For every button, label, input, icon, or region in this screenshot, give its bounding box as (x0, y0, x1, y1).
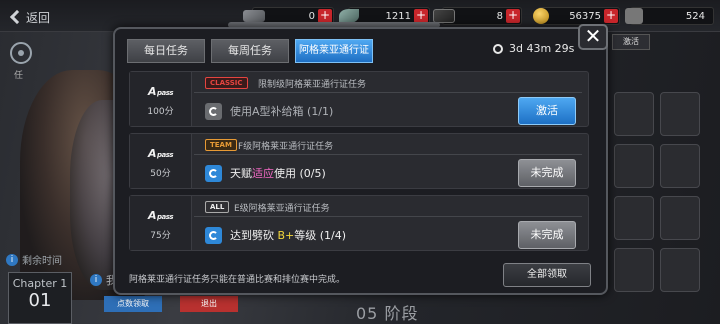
mission-title: F级阿格莱亚通行证任务 (238, 142, 334, 152)
pass-reward: Apass 75分 (130, 196, 192, 250)
close-button[interactable]: ✕ (578, 24, 608, 50)
tab-aglaea-pass[interactable]: 阿格莱亚通行证 (295, 39, 373, 63)
mission-points: 100分 (147, 107, 174, 117)
incomplete-button[interactable]: 未完成 (518, 221, 576, 249)
timer-text: 3d 43m 29s (509, 42, 575, 55)
close-icon: ✕ (584, 24, 602, 48)
chevron-left-icon (9, 9, 25, 25)
card-icon (433, 9, 455, 23)
resource-gear-value: 524 (685, 10, 705, 22)
mission-title: 限制级阿格莱亚通行证任务 (258, 80, 367, 90)
resource-coin: 56375 + (533, 7, 620, 25)
grid-cell[interactable] (660, 144, 700, 188)
mission-card: Apass 75分 ALL E级阿格莱亚通行证任务 达到劈砍 B+等级 (1/4… (129, 195, 589, 251)
gear-icon (625, 8, 643, 24)
add-coin-button[interactable]: + (604, 9, 618, 23)
coin-icon (533, 8, 549, 24)
reset-timer: 3d 43m 29s (493, 42, 574, 55)
mission-badge: TEAM (205, 139, 237, 151)
grid-cell[interactable] (614, 248, 654, 292)
mission-card: Apass 100分 CLASSIC 限制级阿格莱亚通行证任务 使用A型补给箱 … (129, 71, 589, 127)
pass-logo: Apass (147, 147, 174, 160)
grid-cell[interactable] (660, 196, 700, 240)
grid-cell[interactable] (660, 92, 700, 136)
resource-coin-value: 56375 (569, 10, 601, 22)
refresh-icon (205, 102, 222, 120)
chapter-label: Chapter 1 (12, 277, 68, 290)
divider (194, 216, 582, 217)
mission-badge: CLASSIC (205, 77, 248, 89)
pass-logo: Apass (147, 85, 174, 98)
grid-cell[interactable] (614, 196, 654, 240)
refresh-icon (205, 164, 222, 182)
stage-label: 05 阶段 (356, 304, 419, 323)
resource-feather-value: 1211 (385, 10, 411, 22)
feather-icon (339, 9, 359, 23)
add-feather-button[interactable]: + (414, 9, 428, 23)
mission-badge: ALL (205, 201, 230, 213)
mission-row: 使用A型补给箱 (1/1) (205, 99, 333, 123)
pass-reward: Apass 100分 (130, 72, 192, 126)
ticket-icon (243, 10, 265, 22)
refresh-icon (205, 226, 222, 244)
collect-all-button[interactable]: 全部领取 (503, 263, 591, 287)
mission-card: Apass 50分 TEAM F级阿格莱亚通行证任务 天赋适应使用 (0/5) … (129, 133, 589, 189)
pass-logo: Apass (147, 209, 174, 222)
mission-points: 75分 (150, 231, 171, 241)
remaining-time-strip: i 剩余时间 (6, 252, 62, 267)
divider (194, 154, 582, 155)
back-label: 返回 (26, 10, 51, 25)
clock-icon (493, 43, 503, 54)
add-card-button[interactable]: + (506, 9, 520, 23)
divider (194, 92, 582, 93)
activate-button[interactable]: 激活 (518, 97, 576, 125)
remaining-time-label: 剩余时间 (22, 256, 62, 267)
pass-missions-dialog: 每日任务 每周任务 阿格莱亚通行证 3d 43m 29s Apass 100分 … (113, 27, 608, 295)
info-icon: i (90, 274, 102, 286)
mission-row: 天赋适应使用 (0/5) (205, 161, 326, 185)
footer-note: 阿格莱亚通行证任务只能在普通比赛和排位赛中完成。 (129, 275, 346, 285)
back-button[interactable]: 返回 (8, 6, 50, 28)
mission-points: 50分 (150, 169, 171, 179)
collect-points-button[interactable]: 点数领取 (104, 296, 162, 312)
chapter-number: 01 (28, 290, 52, 311)
resource-gear: 524 (625, 7, 714, 25)
add-ticket-button[interactable]: + (318, 9, 332, 23)
grid-cell[interactable] (660, 248, 700, 292)
tab-daily[interactable]: 每日任务 (127, 39, 205, 63)
incomplete-button[interactable]: 未完成 (518, 159, 576, 187)
chapter-card[interactable]: Chapter 1 01 (8, 272, 72, 324)
target-icon[interactable] (10, 42, 32, 64)
info-icon: i (6, 253, 18, 266)
mission-row: 达到劈砍 B+等级 (1/4) (205, 223, 346, 247)
mission-text: 天赋适应使用 (0/5) (230, 167, 326, 180)
resource-card-value: 8 (496, 10, 503, 22)
pass-reward: Apass 50分 (130, 134, 192, 188)
exit-button[interactable]: 退出 (180, 296, 238, 312)
tab-weekly[interactable]: 每周任务 (211, 39, 289, 63)
left-icon-label: 任 (14, 71, 24, 81)
grid-cell[interactable] (614, 144, 654, 188)
grid-cell[interactable] (614, 92, 654, 136)
mission-text: 达到劈砍 B+等级 (1/4) (230, 229, 347, 242)
mission-text: 使用A型补给箱 (1/1) (230, 105, 334, 118)
side-activate-button[interactable]: 激活 (612, 34, 650, 50)
mission-title: E级阿格莱亚通行证任务 (234, 204, 330, 214)
resource-card: 8 + (433, 7, 522, 25)
resource-ticket-value: 0 (308, 10, 315, 22)
